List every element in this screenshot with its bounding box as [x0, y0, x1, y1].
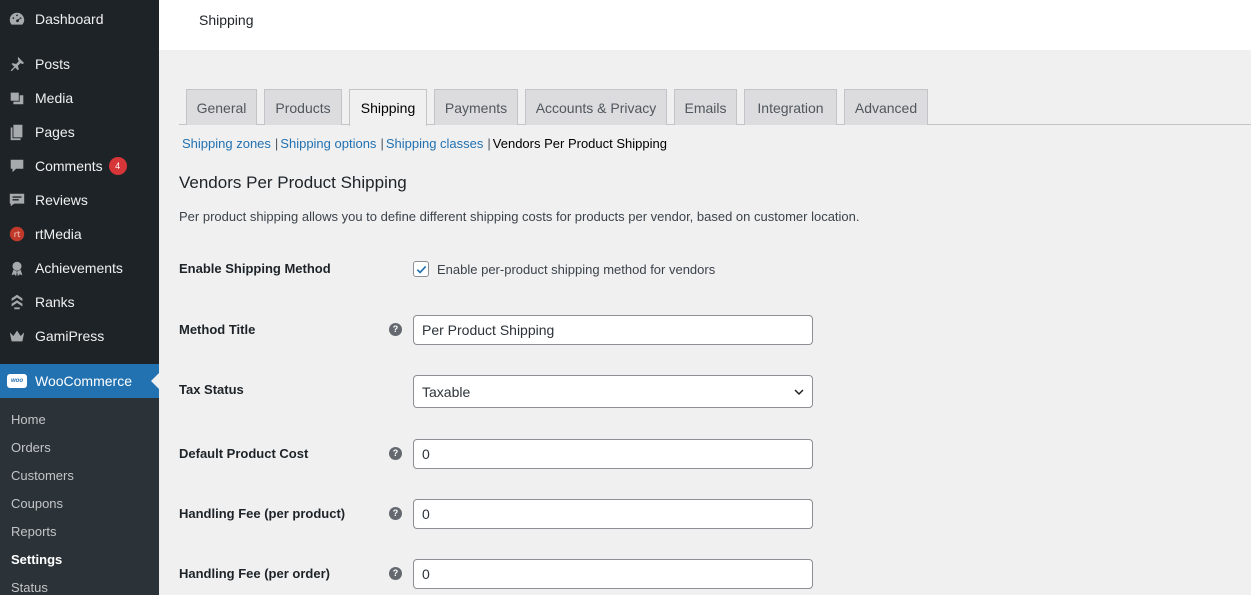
sidebar-item-woocommerce[interactable]: woo WooCommerce	[0, 364, 159, 398]
woocommerce-submenu: Home Orders Customers Coupons Reports Se…	[0, 398, 159, 595]
enable-shipping-checkbox-label[interactable]: Enable per-product shipping method for v…	[437, 262, 715, 277]
submenu-item-home[interactable]: Home	[11, 412, 46, 427]
tax-status-select[interactable]: Taxable	[413, 375, 813, 408]
sidebar-item-label: Ranks	[35, 294, 75, 310]
current-menu-arrow	[151, 373, 159, 389]
help-icon[interactable]: ?	[389, 507, 402, 520]
sidebar-item-label: Pages	[35, 124, 75, 140]
sidebar-item-ranks[interactable]: Ranks	[0, 285, 159, 319]
comment-icon	[7, 156, 27, 176]
sidebar-item-achievements[interactable]: Achievements	[0, 251, 159, 285]
rtmedia-icon: rt	[7, 224, 27, 244]
subnav-shipping-classes[interactable]: Shipping classes	[386, 136, 484, 151]
help-icon[interactable]: ?	[389, 323, 402, 336]
submenu-item-coupons[interactable]: Coupons	[11, 496, 63, 511]
help-icon[interactable]: ?	[389, 447, 402, 460]
dashboard-icon	[7, 9, 27, 29]
sidebar-item-posts[interactable]: Posts	[0, 47, 159, 81]
tab-products[interactable]: Products	[264, 89, 342, 125]
subnav-shipping-zones[interactable]: Shipping zones	[182, 136, 271, 151]
sidebar-item-rtmedia[interactable]: rt rtMedia	[0, 217, 159, 251]
svg-text:rt: rt	[14, 229, 21, 239]
help-icon[interactable]: ?	[389, 567, 402, 580]
tab-accounts-privacy[interactable]: Accounts & Privacy	[525, 89, 667, 125]
fee-per-order-input[interactable]: 0	[413, 559, 813, 589]
subnav-separator: |	[274, 136, 279, 151]
sidebar-item-label: Posts	[35, 56, 71, 72]
sidebar-item-dashboard[interactable]: Dashboard	[0, 2, 159, 36]
method-title-label: Method Title	[179, 322, 256, 337]
submenu-item-reports[interactable]: Reports	[11, 524, 57, 539]
sidebar-item-label: GamiPress	[35, 328, 105, 344]
sidebar-item-pages[interactable]: Pages	[0, 115, 159, 149]
reviews-icon	[7, 190, 27, 210]
fee-per-order-label: Handling Fee (per order)	[179, 566, 330, 581]
submenu-item-customers[interactable]: Customers	[11, 468, 74, 483]
section-description: Per product shipping allows you to defin…	[179, 209, 860, 224]
sidebar-item-gamipress[interactable]: GamiPress	[0, 319, 159, 353]
subnav-separator: |	[487, 136, 491, 151]
sidebar-item-label: Dashboard	[35, 11, 104, 27]
fee-per-product-label: Handling Fee (per product)	[179, 506, 346, 521]
chevron-down-icon	[794, 388, 804, 395]
method-title-input[interactable]: Per Product Shipping	[413, 315, 813, 345]
subnav-shipping-options[interactable]: Shipping options	[280, 136, 376, 151]
tab-shipping[interactable]: Shipping	[349, 89, 427, 126]
woocommerce-icon: woo	[7, 371, 27, 391]
default-cost-input[interactable]: 0	[413, 439, 813, 469]
subnav-current: Vendors Per Product Shipping	[492, 136, 667, 151]
crown-icon	[7, 326, 27, 346]
tab-emails[interactable]: Emails	[674, 89, 737, 125]
sidebar-item-label: WooCommerce	[35, 373, 132, 389]
sidebar-item-reviews[interactable]: Reviews	[0, 183, 159, 217]
sidebar-item-comments[interactable]: Comments 4	[0, 149, 159, 183]
sidebar-item-label: Achievements	[35, 260, 123, 276]
tab-advanced[interactable]: Advanced	[844, 89, 928, 125]
fee-per-product-input[interactable]: 0	[413, 499, 813, 529]
tax-status-label: Tax Status	[179, 382, 244, 397]
tab-payments[interactable]: Payments	[434, 89, 518, 125]
sidebar-item-media[interactable]: Media	[0, 81, 159, 115]
enable-shipping-label: Enable Shipping Method	[179, 261, 331, 276]
enable-shipping-row: Enable per-product shipping method for v…	[413, 261, 715, 277]
sidebar-item-label: Media	[35, 90, 74, 106]
submenu-item-settings[interactable]: Settings	[11, 552, 62, 567]
section-title: Vendors Per Product Shipping	[179, 173, 407, 192]
submenu-item-orders[interactable]: Orders	[11, 440, 51, 455]
tax-status-value: Taxable	[422, 383, 471, 400]
submenu-item-status[interactable]: Status	[11, 580, 48, 595]
sidebar-item-label: rtMedia	[35, 226, 82, 242]
page-header-bar: Shipping	[159, 0, 1251, 50]
media-icon	[7, 88, 27, 108]
award-icon	[7, 258, 27, 278]
admin-sidebar: Dashboard Posts Media Pages Comments 4 R…	[0, 0, 159, 595]
shipping-subnav: Shipping zones | Shipping options | Shipping…	[182, 136, 667, 151]
tab-general[interactable]: General	[186, 89, 257, 125]
ranks-icon	[7, 292, 27, 312]
checkmark-icon	[416, 265, 427, 274]
enable-shipping-checkbox[interactable]	[413, 261, 429, 277]
tab-integration[interactable]: Integration	[744, 89, 837, 125]
subnav-separator: |	[380, 136, 384, 151]
pages-icon	[7, 122, 27, 142]
page-title: Shipping	[199, 12, 254, 28]
comment-count-badge: 4	[108, 157, 127, 175]
sidebar-item-label: Reviews	[35, 192, 88, 208]
pin-icon	[7, 54, 27, 74]
default-cost-label: Default Product Cost	[179, 446, 309, 461]
sidebar-item-label: Comments	[35, 158, 103, 174]
